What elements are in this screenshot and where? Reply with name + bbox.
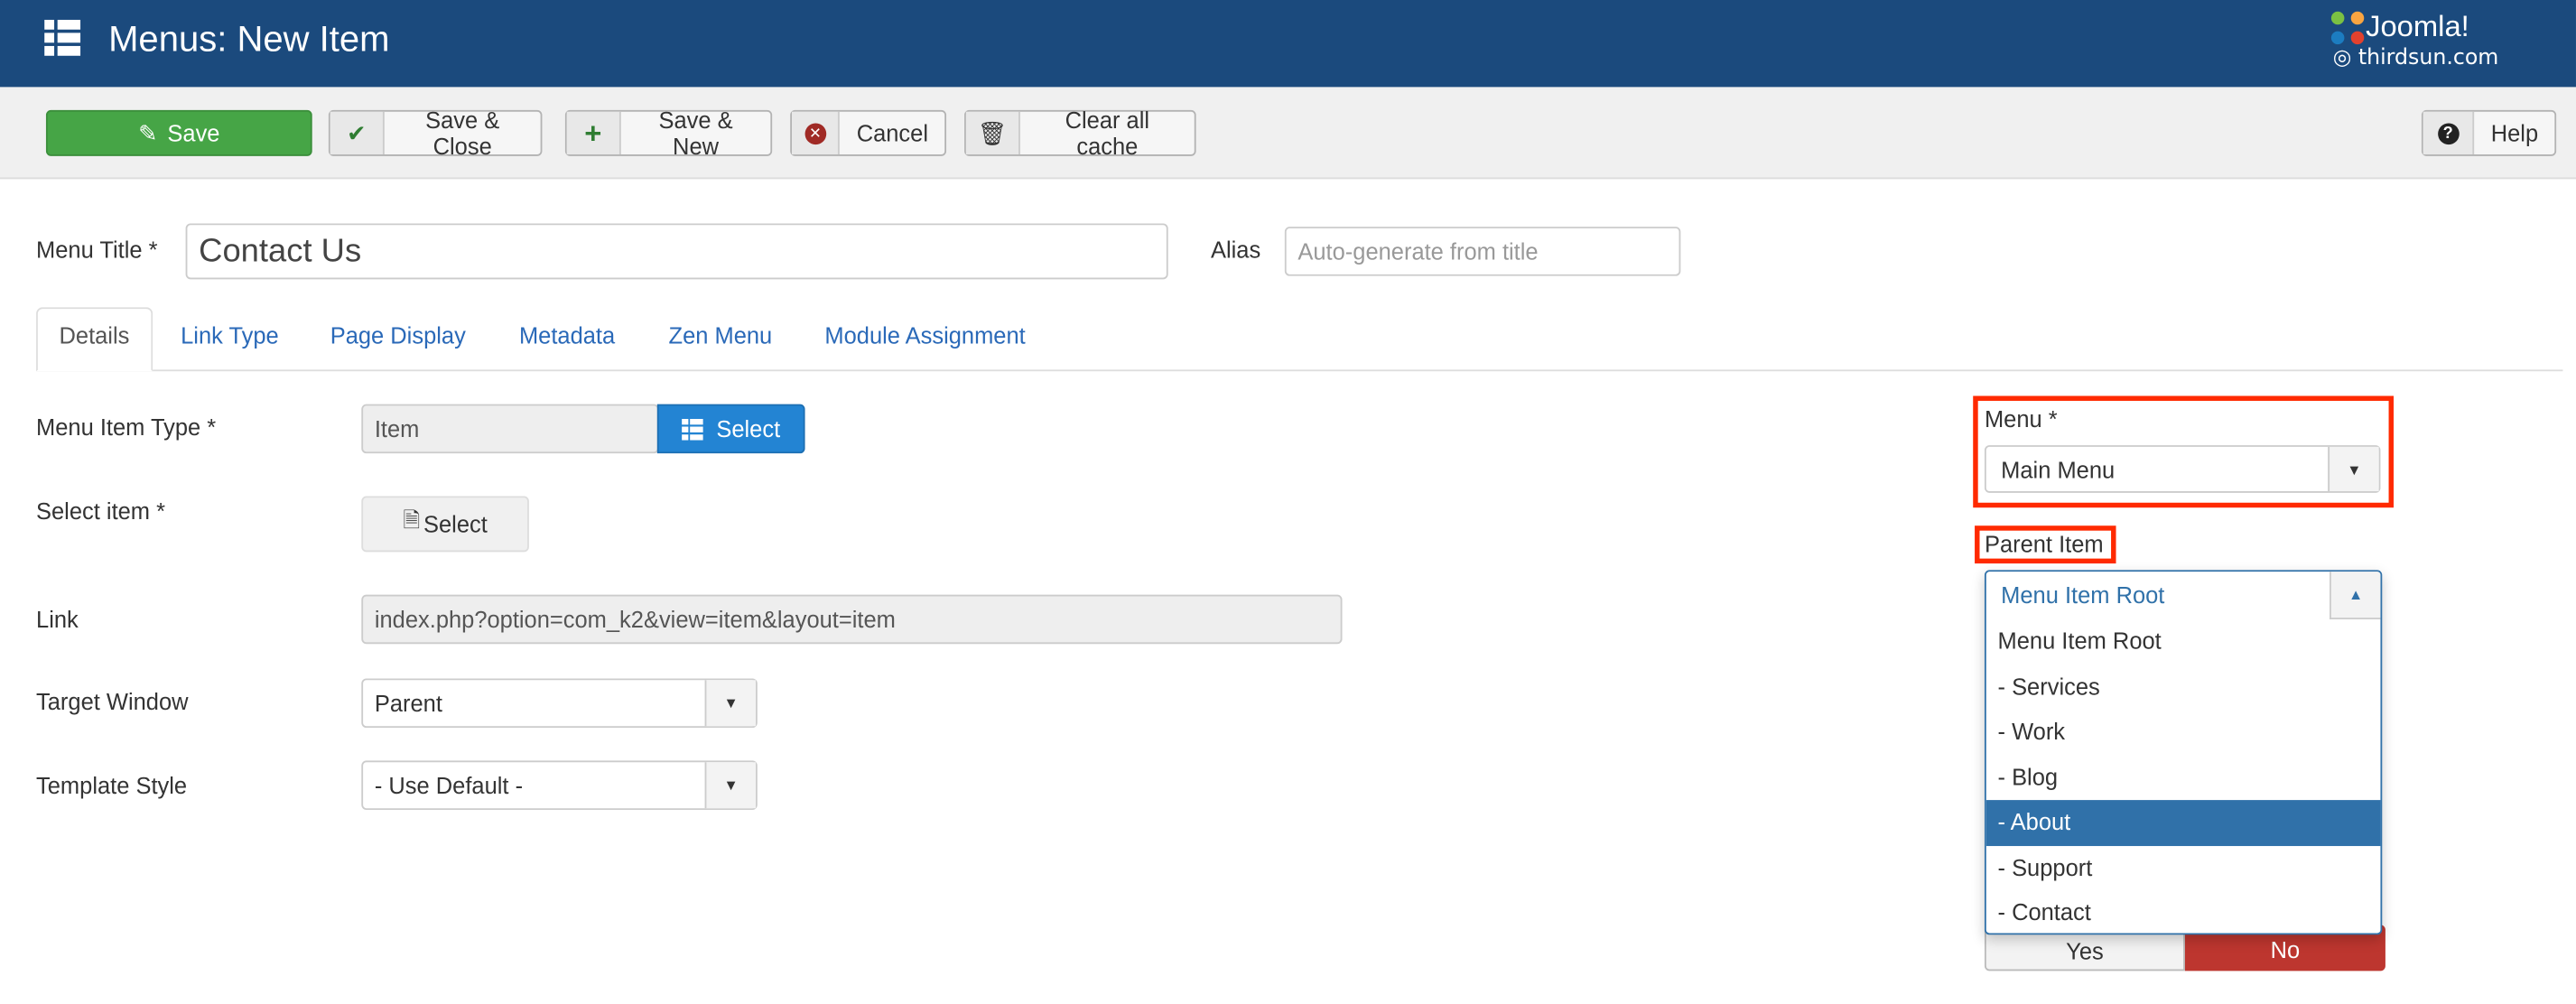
target-window-select[interactable]: Parent ▼	[361, 678, 758, 729]
parent-item-current[interactable]: Menu Item Root ▲	[1986, 572, 2381, 619]
link-field: index.php?option=com_k2&view=item&layout…	[361, 594, 1343, 645]
select-item-button-label: Select	[423, 510, 488, 537]
save-new-label: Save & New	[658, 107, 733, 160]
cancel-circle-icon: ✕	[791, 111, 841, 155]
parent-item-label: Parent Item	[1984, 530, 2104, 557]
yes-label: Yes	[2066, 937, 2104, 965]
menu-select[interactable]: Main Menu ▼	[1984, 445, 2381, 493]
check-icon: ✔	[330, 111, 385, 155]
tab-zen-menu[interactable]: Zen Menu	[669, 322, 773, 349]
select-item-label: Select item *	[36, 497, 166, 525]
edit-icon: ✎	[138, 118, 158, 146]
menu-label: Menu *	[1984, 405, 2058, 432]
menu-list-icon	[44, 19, 81, 56]
parent-option[interactable]: - Work	[1986, 710, 2381, 755]
parent-item-dropdown[interactable]: Menu Item Root ▲ Menu Item Root - Servic…	[1984, 570, 2383, 935]
menu-item-type-field: Item	[361, 404, 659, 454]
page-title: Menus: New Item	[108, 18, 390, 60]
joomla-logo-icon	[2330, 11, 2365, 45]
caret-up-icon: ▲	[2330, 572, 2381, 619]
menu-value: Main Menu	[2001, 455, 2116, 483]
watermark-text: ◎ thirdsun.com	[2332, 45, 2499, 71]
clear-cache-label: Clear all cache	[1065, 107, 1150, 160]
menu-title-value: Contact Us	[199, 232, 362, 269]
plus-icon: +	[566, 111, 621, 155]
caret-down-icon: ▼	[2328, 446, 2379, 492]
tab-details-label[interactable]: Details	[60, 322, 130, 349]
save-new-button[interactable]: + Save & New	[564, 107, 773, 160]
menu-title-label: Menu Title *	[36, 237, 158, 264]
parent-option[interactable]: - Services	[1986, 665, 2381, 710]
help-label: Help	[2490, 119, 2539, 146]
question-icon: ?	[2423, 111, 2475, 155]
tab-page-display[interactable]: Page Display	[330, 322, 466, 349]
file-icon: 🗎	[403, 507, 421, 533]
alias-input[interactable]: Auto-generate from title	[1284, 227, 1681, 276]
save-label: Save	[167, 119, 220, 146]
target-window-label: Target Window	[36, 688, 189, 715]
alias-placeholder: Auto-generate from title	[1297, 237, 1539, 265]
no-label: No	[2270, 936, 2301, 963]
save-button[interactable]: ✎ Save	[45, 109, 312, 156]
template-style-value: - Use Default -	[374, 772, 524, 799]
joomla-logo-text: Joomla!	[2366, 9, 2469, 43]
parent-option[interactable]: Menu Item Root	[1986, 619, 2381, 665]
list-icon	[682, 418, 703, 440]
save-close-label: Save & Close	[425, 107, 500, 160]
parent-option[interactable]: - Contact	[1986, 890, 2381, 933]
menu-item-type-select-button[interactable]: Select	[656, 404, 805, 454]
link-value: index.php?option=com_k2&view=item&layout…	[374, 606, 896, 633]
cancel-button[interactable]: ✕ Cancel	[790, 109, 947, 156]
tab-metadata[interactable]: Metadata	[519, 322, 615, 349]
joomla-logo: Joomla! ◎ thirdsun.com	[2330, 10, 2510, 76]
target-window-value: Parent	[374, 690, 442, 717]
menu-item-type-label: Menu Item Type *	[36, 414, 217, 441]
header-bar: Menus: New Item Joomla! ◎ thirdsun.com	[0, 0, 2576, 88]
template-style-label: Template Style	[36, 772, 188, 799]
parent-item-value: Menu Item Root	[2001, 581, 2165, 609]
tabs-underline	[36, 369, 2563, 372]
template-style-select[interactable]: - Use Default - ▼	[361, 760, 758, 811]
clear-cache-button[interactable]: 🗑 Clear all cache	[964, 107, 1196, 160]
caret-down-icon: ▼	[704, 680, 756, 727]
caret-down-icon: ▼	[704, 762, 756, 809]
trash-icon: 🗑	[965, 111, 1020, 155]
parent-option[interactable]: - Blog	[1986, 755, 2381, 800]
parent-option-highlighted[interactable]: - About	[1985, 800, 2381, 846]
help-button[interactable]: ? Help	[2421, 109, 2557, 156]
menu-title-input[interactable]: Contact Us	[185, 223, 1168, 280]
link-label: Link	[36, 606, 79, 633]
alias-label: Alias	[1210, 237, 1261, 264]
menu-item-type-value: Item	[374, 415, 420, 442]
tab-link-type[interactable]: Link Type	[181, 322, 279, 349]
save-close-button[interactable]: ✔ Save & Close	[328, 107, 543, 160]
select-item-button[interactable]: 🗎 Select	[361, 496, 529, 553]
tab-module-assignment[interactable]: Module Assignment	[824, 322, 1025, 349]
parent-option[interactable]: - Support	[1986, 845, 2381, 890]
cancel-label: Cancel	[856, 119, 929, 146]
select-label: Select	[716, 415, 781, 442]
